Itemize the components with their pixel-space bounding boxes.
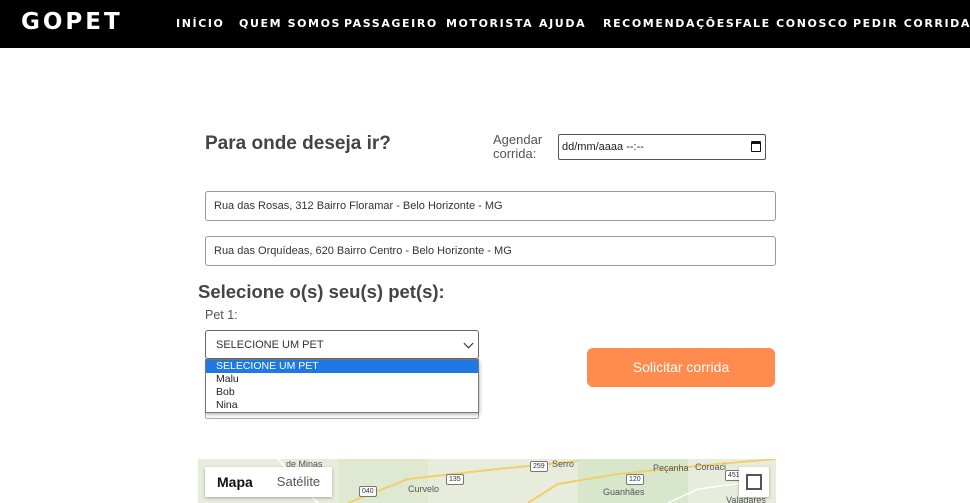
- map-widget[interactable]: de Minas Curvelo Serro Peçanha Coroaci G…: [198, 459, 776, 503]
- pet-1-select[interactable]: SELECIONE UM PET: [205, 330, 479, 359]
- map-place-label: Serro: [552, 459, 575, 469]
- pet-1-dropdown-list: SELECIONE UM PET Malu Bob Nina: [205, 359, 479, 413]
- calendar-icon[interactable]: [751, 141, 761, 152]
- nav-motorista[interactable]: MOTORISTA: [446, 17, 533, 30]
- map-tab-satelite[interactable]: Satélite: [265, 467, 332, 497]
- nav-recomendacoes[interactable]: RECOMENDAÇÕES: [603, 17, 735, 30]
- map-place-label: Peçanha: [653, 463, 689, 473]
- chevron-down-icon: [463, 338, 474, 349]
- fullscreen-button[interactable]: [739, 467, 769, 497]
- map-place-label: Guanhães: [603, 487, 645, 497]
- nav-passageiro[interactable]: PASSAGEIRO: [344, 17, 438, 30]
- schedule-datetime-value: dd/mm/aaaa --:--: [562, 141, 644, 153]
- road-sign: 259: [530, 461, 548, 472]
- pet-option[interactable]: SELECIONE UM PET: [206, 360, 478, 373]
- navbar: GOPET INÍCIO QUEM SOMOS PASSAGEIRO MOTOR…: [0, 0, 970, 48]
- brand-logo[interactable]: GOPET: [21, 9, 123, 35]
- select-underlay: [205, 413, 479, 419]
- nav-quem-somos[interactable]: QUEM SOMOS: [239, 17, 341, 30]
- nav-ajuda[interactable]: AJUDA: [539, 17, 586, 30]
- pet-1-selected-value: SELECIONE UM PET: [216, 339, 324, 351]
- road-sign: 120: [626, 474, 644, 485]
- map-place-label: Curvelo: [408, 484, 440, 494]
- pet-option[interactable]: Malu: [206, 373, 478, 386]
- map-type-control: Mapa Satélite: [205, 467, 333, 497]
- origin-address-input[interactable]: Rua das Rosas, 312 Bairro Floramar - Bel…: [205, 191, 776, 221]
- pets-heading: Selecione o(s) seu(s) pet(s):: [198, 281, 445, 302]
- pet-1-label: Pet 1:: [205, 308, 238, 322]
- pet-option[interactable]: Nina: [206, 399, 478, 412]
- nav-inicio[interactable]: INÍCIO: [176, 17, 225, 30]
- nav-fale-conosco[interactable]: FALE CONOSCO: [735, 17, 849, 30]
- map-place-label: Coroaci: [695, 462, 727, 472]
- form-heading: Para onde deseja ir?: [205, 133, 391, 154]
- nav-pedir-corrida[interactable]: PEDIR CORRIDA: [853, 17, 970, 30]
- schedule-datetime-input[interactable]: dd/mm/aaaa --:--: [558, 134, 766, 160]
- pet-option[interactable]: Bob: [206, 386, 478, 399]
- request-ride-button[interactable]: Solicitar corrida: [587, 348, 775, 387]
- road-sign: 040: [359, 486, 377, 497]
- destination-address-input[interactable]: Rua das Orquídeas, 620 Bairro Centro - B…: [205, 236, 776, 266]
- schedule-label: Agendar corrida:: [493, 132, 543, 161]
- road-sign: 135: [446, 474, 464, 485]
- map-tab-mapa[interactable]: Mapa: [205, 467, 265, 497]
